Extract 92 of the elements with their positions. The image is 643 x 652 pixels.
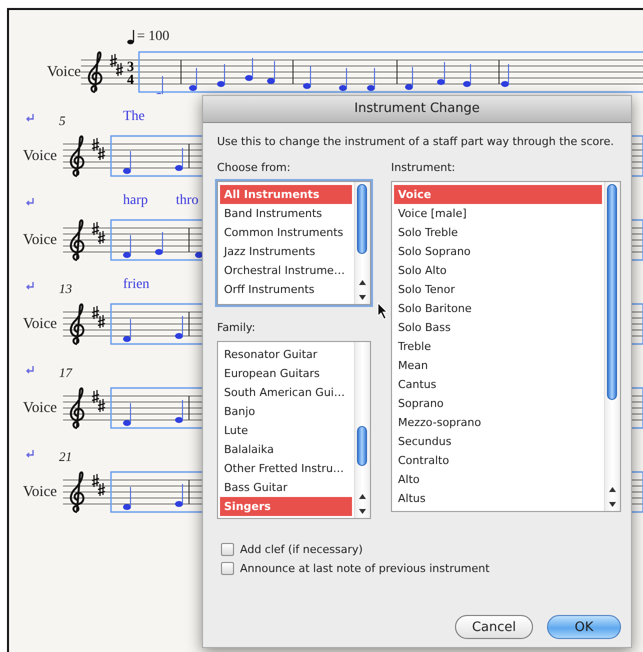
list-item[interactable]: Cantus	[394, 375, 602, 394]
dialog-title: Instrument Change	[203, 96, 631, 123]
line-break-icon	[25, 280, 35, 290]
list-item[interactable]: European Guitars	[220, 364, 352, 383]
list-item[interactable]: Mezzo-soprano	[394, 413, 602, 432]
list-item[interactable]: Voice [male]	[394, 204, 602, 223]
list-item[interactable]: Resonator Guitar	[220, 345, 352, 364]
treble-clef-icon	[70, 387, 84, 429]
notes-drawing	[123, 312, 190, 342]
dialog-button[interactable]: Cancel	[455, 615, 533, 639]
lyric-word: harp	[123, 193, 148, 209]
checkbox[interactable]	[221, 562, 234, 575]
time-signature-top: 3	[126, 60, 134, 75]
line-break-icon	[25, 448, 35, 458]
list-item[interactable]: Other Fretted Instru…	[220, 459, 352, 478]
list-item[interactable]: Solo Soprano	[394, 242, 602, 261]
list-item[interactable]: Orchestral Instrume…	[220, 261, 352, 280]
time-signature-bottom: 4	[126, 73, 134, 88]
list-box[interactable]: Resonator Guitar European Guitars South American Gui… Banjo Lute Balalaika Other Fretted Instru… Bass Guitar Singers	[217, 341, 371, 519]
checkbox-label[interactable]: Announce at last note of previous instrument	[240, 562, 490, 575]
list-item[interactable]: Balalaika	[220, 440, 352, 459]
list-label: Family:	[217, 321, 256, 336]
list-item[interactable]: Voice	[394, 185, 602, 204]
mouse-pointer-icon	[377, 302, 389, 320]
scroll-bar[interactable]	[604, 182, 620, 511]
staff-label: Voice	[23, 148, 58, 164]
treble-clef-icon	[70, 471, 84, 513]
notes-drawing	[123, 480, 190, 510]
scroll-bar[interactable]	[354, 182, 370, 304]
scroll-thumb[interactable]	[357, 184, 367, 254]
bar-number: 21	[59, 448, 73, 465]
scroll-thumb[interactable]	[357, 426, 367, 466]
default-button[interactable]: OK	[547, 615, 621, 639]
list-item[interactable]: Solo Alto	[394, 261, 602, 280]
key-signature-icon	[91, 221, 106, 245]
list-item[interactable]: Solo Bass	[394, 318, 602, 337]
list-box[interactable]: Voice Voice [male] Solo Treble Solo Soprano Solo Alto Solo Tenor Solo Baritone Solo Bass Treble Mean Cantus Soprano Mezzo-soprano Secundus Contralto Alto Altus	[391, 181, 621, 512]
list-label: Choose from:	[217, 161, 292, 176]
bar-number: 17	[59, 364, 74, 381]
list-item[interactable]: Common Instruments	[220, 223, 352, 242]
staff-label: Voice	[23, 232, 58, 248]
bar-number: 5	[59, 112, 66, 129]
list-item[interactable]: Alto	[394, 470, 602, 489]
checkbox-label[interactable]: Add clef (if necessary)	[240, 543, 363, 556]
treble-clef-icon	[70, 219, 84, 261]
list-item[interactable]: Band Instruments	[220, 204, 352, 223]
list-item[interactable]: Solo Tenor	[394, 280, 602, 299]
list-item[interactable]: Altus	[394, 489, 602, 508]
treble-clef-icon	[70, 135, 84, 177]
treble-clef-icon	[70, 303, 84, 345]
quarter-note-icon	[127, 29, 135, 45]
list-item[interactable]: Treble	[394, 337, 602, 356]
tempo-marking: = 100	[137, 29, 170, 45]
list-item[interactable]: Bass Guitar	[220, 478, 352, 497]
list-item[interactable]: Orff Instruments	[220, 280, 352, 299]
staff-label: Voice	[23, 484, 58, 500]
list-item[interactable]: Secundus	[394, 432, 602, 451]
list-item[interactable]: Solo Baritone	[394, 299, 602, 318]
staff-label: Voice	[23, 400, 58, 416]
notes-drawing	[123, 396, 190, 426]
line-break-icon	[25, 196, 35, 206]
bar-number: 13	[59, 280, 73, 297]
list-box[interactable]: All Instruments Band Instruments Common Instruments Jazz Instruments Orchestral Instrume… Orff Instruments	[217, 181, 371, 305]
lyric-word: The	[123, 109, 145, 125]
list-item[interactable]: Contralto	[394, 451, 602, 470]
key-signature-icon	[91, 137, 106, 161]
list-item[interactable]: Banjo	[220, 402, 352, 421]
key-signature-icon	[91, 305, 106, 329]
list-item[interactable]: Solo Treble	[394, 223, 602, 242]
treble-clef-icon	[88, 51, 102, 93]
list-item[interactable]: Singers	[220, 497, 352, 516]
notes-drawing	[123, 144, 190, 174]
staff-label: Voice	[47, 64, 81, 80]
scroll-thumb[interactable]	[607, 184, 617, 400]
list-item[interactable]: All Instruments	[220, 185, 352, 204]
lyric-word: frien	[123, 277, 150, 293]
key-signature-icon	[91, 389, 106, 413]
line-break-icon	[25, 112, 35, 122]
list-item[interactable]: South American Gui…	[220, 383, 352, 402]
key-signature-icon	[91, 473, 106, 497]
list-label: Instrument:	[391, 161, 456, 176]
list-item[interactable]: Jazz Instruments	[220, 242, 352, 261]
dialog-description: Use this to change the instrument of a staff part way through the score.	[217, 135, 615, 150]
list-item[interactable]: Mean	[394, 356, 602, 375]
scroll-bar[interactable]	[354, 342, 370, 518]
lyric-word: thro	[176, 193, 198, 209]
staff-label: Voice	[23, 316, 58, 332]
line-break-icon	[25, 364, 35, 374]
key-signature-icon	[109, 53, 124, 77]
list-item[interactable]: Soprano	[394, 394, 602, 413]
list-item[interactable]: Lute	[220, 421, 352, 440]
checkbox[interactable]	[221, 543, 234, 556]
